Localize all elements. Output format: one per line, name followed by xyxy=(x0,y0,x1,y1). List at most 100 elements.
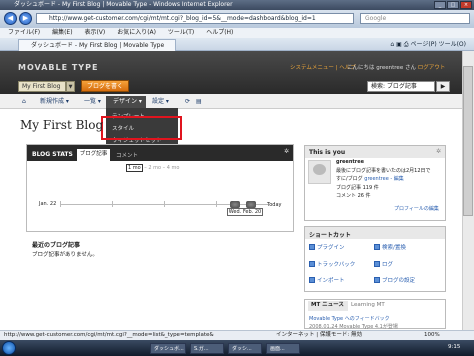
gear-icon[interactable]: ✲ xyxy=(284,148,289,155)
nav-settings[interactable]: 設定 ▾ xyxy=(152,97,169,107)
timeline-date-label: Wed. Feb. 20 xyxy=(227,208,263,216)
search-button[interactable]: ▶ xyxy=(436,81,450,92)
window-titlebar: ダッシュボード - My First Blog | Movable Type -… xyxy=(0,0,474,10)
shortcut-import[interactable]: インポート xyxy=(309,276,345,284)
home-icon[interactable]: ⌂ xyxy=(390,41,394,48)
header-links: システムメニュー | ヘルプ xyxy=(290,65,356,71)
blog-selector-dropdown-icon[interactable]: ▼ xyxy=(66,81,75,92)
timeline-tick xyxy=(164,201,165,207)
shortcut-log-label: ログ xyxy=(382,262,394,268)
user-greeting: こんにちは greentree さん ログアウト xyxy=(347,63,445,71)
news-tab-learning[interactable]: Learning MT xyxy=(351,302,385,308)
shortcut-plugins[interactable]: プラグイン xyxy=(309,243,345,251)
news-item[interactable]: Movable Type へのフィードバック xyxy=(309,315,390,322)
nav-design[interactable]: デザイン ▾ xyxy=(106,96,146,108)
forward-button[interactable]: ▶ xyxy=(19,12,32,25)
write-entry-button[interactable]: ブログを書く xyxy=(81,80,129,92)
timeline-marker xyxy=(230,201,240,208)
browser-search-input[interactable]: Google xyxy=(360,13,470,24)
nav-new[interactable]: 新規作成 ▾ xyxy=(40,97,69,107)
news-tab-mt[interactable]: MT ニュース xyxy=(308,301,348,311)
shortcut-trackback[interactable]: トラックバック xyxy=(309,260,355,268)
browser-menubar: ファイル(F) 編集(E) 表示(V) お気に入り(A) ツール(T) ヘルプ(… xyxy=(0,28,474,38)
profile-last-entry: 最後にブログ記事を書いたのは2月12日で xyxy=(336,168,431,174)
taskbar-item[interactable]: S.ガ... xyxy=(190,343,224,354)
edit-profile-link[interactable]: プロフィールの編集 xyxy=(394,205,439,212)
print-icon[interactable]: ⎙ xyxy=(404,41,409,48)
logout-link[interactable]: ログアウト xyxy=(418,65,446,71)
stats-tab-entries[interactable]: ブログ記事 xyxy=(77,149,110,161)
shortcut-search-replace[interactable]: 検索/置換 xyxy=(374,243,406,251)
browser-tab[interactable]: ダッシュボード - My First Blog | Movable Type xyxy=(18,39,176,51)
search-icon xyxy=(374,244,380,250)
minimize-button[interactable]: _ xyxy=(434,1,446,9)
page-menu[interactable]: ページ(P) xyxy=(410,41,436,48)
menu-tools[interactable]: ツール(T) xyxy=(168,29,194,36)
menu-help[interactable]: ヘルプ(H) xyxy=(206,29,233,36)
maximize-button[interactable]: □ xyxy=(447,1,459,9)
timeline-tick xyxy=(112,201,113,207)
shortcut-trackback-label: トラックバック xyxy=(317,262,356,268)
shortcut-search-label: 検索/置換 xyxy=(382,245,406,251)
scale-options: 1 mo – 2 mo – 4 mo xyxy=(126,164,180,172)
page-title: My First Blog xyxy=(20,118,104,132)
menu-view[interactable]: 表示(V) xyxy=(84,29,105,36)
window-title: ダッシュボード - My First Blog | Movable Type -… xyxy=(14,1,233,8)
close-button[interactable]: × xyxy=(460,1,472,9)
dashboard-icon[interactable]: ⌂ xyxy=(22,97,26,107)
timeline-today-label: Today xyxy=(267,202,282,208)
nav-design-label: デザイン xyxy=(113,98,138,105)
start-button[interactable] xyxy=(2,341,16,355)
profile-entries-count[interactable]: ブログ記事 119 件 xyxy=(336,184,379,191)
taskbar-item[interactable]: ダッシ... xyxy=(228,343,262,354)
timeline-tick xyxy=(60,201,61,207)
browser-tab-row: ダッシュボード - My First Blog | Movable Type ⌂… xyxy=(0,38,474,51)
status-zone: インターネット | 保護モード: 無効 xyxy=(276,332,362,338)
timeline-marker xyxy=(246,201,256,208)
log-icon xyxy=(374,261,380,267)
recent-entries-heading: 最近のブログ記事 xyxy=(32,242,81,249)
plugin-icon xyxy=(309,244,315,250)
news-item[interactable]: 2008.01.24 Movable Type 4.1が登場 xyxy=(309,323,398,330)
shortcut-import-label: インポート xyxy=(317,278,345,284)
nav-list[interactable]: 一覧 ▾ xyxy=(84,97,101,107)
feed-icon[interactable]: ▣ xyxy=(396,41,402,48)
scale-4mo[interactable]: 4 mo xyxy=(167,165,180,171)
profile-name: greentree xyxy=(336,159,365,165)
tools-menu[interactable]: ツール(O) xyxy=(439,41,466,48)
scale-1mo[interactable]: 1 mo xyxy=(126,164,143,172)
gear-icon[interactable]: ✲ xyxy=(436,148,441,155)
back-button[interactable]: ◀ xyxy=(4,12,17,25)
shortcut-settings-label: ブログの設定 xyxy=(382,278,416,284)
stats-tab-comments[interactable]: コメント xyxy=(116,151,138,159)
profile-edit-inline[interactable]: greentree - 編集 xyxy=(364,176,403,182)
avatar-placeholder-icon xyxy=(313,164,326,175)
zoom-level[interactable]: 100% xyxy=(424,330,440,340)
profile-line2: すに/ブログ xyxy=(336,176,363,182)
taskbar-item[interactable]: 画面... xyxy=(266,343,300,354)
menu-favorites[interactable]: お気に入り(A) xyxy=(117,29,156,36)
shortcut-log[interactable]: ログ xyxy=(374,260,393,268)
taskbar-item[interactable]: ダッシュボ... xyxy=(150,343,186,354)
scrollbar-thumb[interactable] xyxy=(463,66,473,216)
browser-toolbar: ⌂ ▣ ⎙ ページ(P) ツール(O) xyxy=(390,39,466,50)
publish-icon[interactable]: ▤ xyxy=(196,97,202,107)
system-menu-link[interactable]: システムメニュー xyxy=(290,65,334,71)
menu-file[interactable]: ファイル(F) xyxy=(8,29,40,36)
mt-search-input[interactable]: 検索: ブログ記事 xyxy=(367,81,435,92)
settings-icon xyxy=(374,277,380,283)
shortcut-blog-settings[interactable]: ブログの設定 xyxy=(374,276,415,284)
mt-navbar xyxy=(0,94,474,109)
view-site-icon[interactable]: ⟳ xyxy=(185,97,190,107)
shortcut-plugins-label: プラグイン xyxy=(317,245,345,251)
timeline-start-label: Jan. 22 xyxy=(39,201,57,207)
blog-stats-title: BLOG STATS xyxy=(32,151,73,158)
taskbar-clock: 9:15 xyxy=(448,344,461,350)
menu-edit[interactable]: 編集(E) xyxy=(52,29,72,36)
profile-comments-count[interactable]: コメント 26 件 xyxy=(336,192,371,199)
address-row: ◀ ▶ http://www.get-customer.com/cgi/mt/m… xyxy=(0,10,474,28)
scale-2mo[interactable]: 2 mo xyxy=(148,165,161,171)
nav-settings-label: 設定 xyxy=(152,98,165,105)
blog-selector[interactable]: My First Blog xyxy=(18,81,66,92)
address-bar[interactable]: http://www.get-customer.com/cgi/mt/mt.cg… xyxy=(36,13,354,24)
